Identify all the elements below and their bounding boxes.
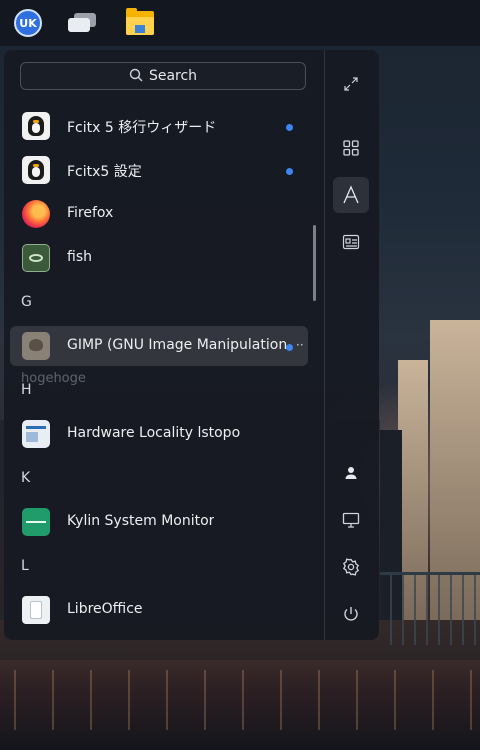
fish-terminal-icon [22, 244, 50, 272]
settings-icon[interactable] [333, 549, 369, 585]
expand-icon[interactable] [333, 66, 369, 102]
category-icon[interactable] [333, 224, 369, 260]
new-app-indicator [286, 124, 293, 131]
user-icon[interactable] [333, 455, 369, 491]
all-apps-icon[interactable] [333, 130, 369, 166]
app-item-fcitx5-settings[interactable]: Fcitx5 設定 [10, 150, 308, 190]
app-label: Fcitx5 設定 [67, 164, 142, 180]
app-item-gimp[interactable]: GIMP (GNU Image Manipulation Program) ·· [10, 326, 308, 366]
app-item-kylin-monitor[interactable]: Kylin System Monitor [10, 502, 308, 542]
water-reflections [0, 670, 480, 730]
letter-sort-icon[interactable] [333, 177, 369, 213]
gimp-icon [22, 332, 50, 360]
hwloc-icon [22, 420, 50, 448]
firefox-icon [22, 200, 50, 228]
desktop-icon-label[interactable]: hogehoge [21, 371, 86, 386]
sidebar-divider [324, 50, 325, 640]
app-label: fish [67, 249, 92, 265]
app-item-fish[interactable]: fish [10, 238, 308, 278]
letter-header-k[interactable]: K [21, 470, 30, 486]
computer-icon[interactable] [333, 502, 369, 538]
new-app-indicator [286, 168, 293, 175]
letter-header-g[interactable]: G [21, 294, 32, 310]
search-icon [129, 67, 143, 86]
app-item-hwloc[interactable]: Hardware Locality lstopo [10, 414, 308, 454]
taskbar: UK [0, 0, 480, 46]
app-item-fcitx5-wizard[interactable]: Fcitx 5 移行ウィザード [10, 106, 308, 146]
app-label: Fcitx 5 移行ウィザード [67, 120, 217, 136]
bridge [380, 572, 480, 645]
app-label: Kylin System Monitor [67, 513, 215, 529]
tux-icon [22, 112, 50, 140]
more-options[interactable]: ·· [296, 338, 304, 352]
new-app-indicator [286, 344, 293, 351]
app-label: GIMP (GNU Image Manipulation Program) [67, 337, 287, 353]
system-monitor-icon [22, 508, 50, 536]
app-item-firefox[interactable]: Firefox [10, 194, 308, 234]
app-label: Hardware Locality lstopo [67, 425, 241, 441]
app-label: Firefox [67, 205, 114, 221]
power-icon[interactable] [333, 596, 369, 632]
search-input[interactable]: Search [20, 62, 306, 90]
app-item-libreoffice[interactable]: LibreOffice [10, 590, 308, 630]
start-logo: UK [14, 9, 42, 37]
app-label: LibreOffice [67, 601, 143, 617]
libreoffice-icon [22, 596, 50, 624]
list-scrollbar[interactable] [313, 225, 316, 301]
ukui-start-icon[interactable]: UK [12, 7, 44, 39]
search-placeholder: Search [148, 68, 198, 84]
multitask-view-icon[interactable] [66, 7, 98, 39]
letter-header-l[interactable]: L [21, 558, 29, 574]
tux-icon [22, 156, 50, 184]
file-manager-icon[interactable] [124, 7, 156, 39]
start-menu: Search Fcitx 5 移行ウィザード Fcitx5 設定 Firefox… [4, 50, 379, 640]
